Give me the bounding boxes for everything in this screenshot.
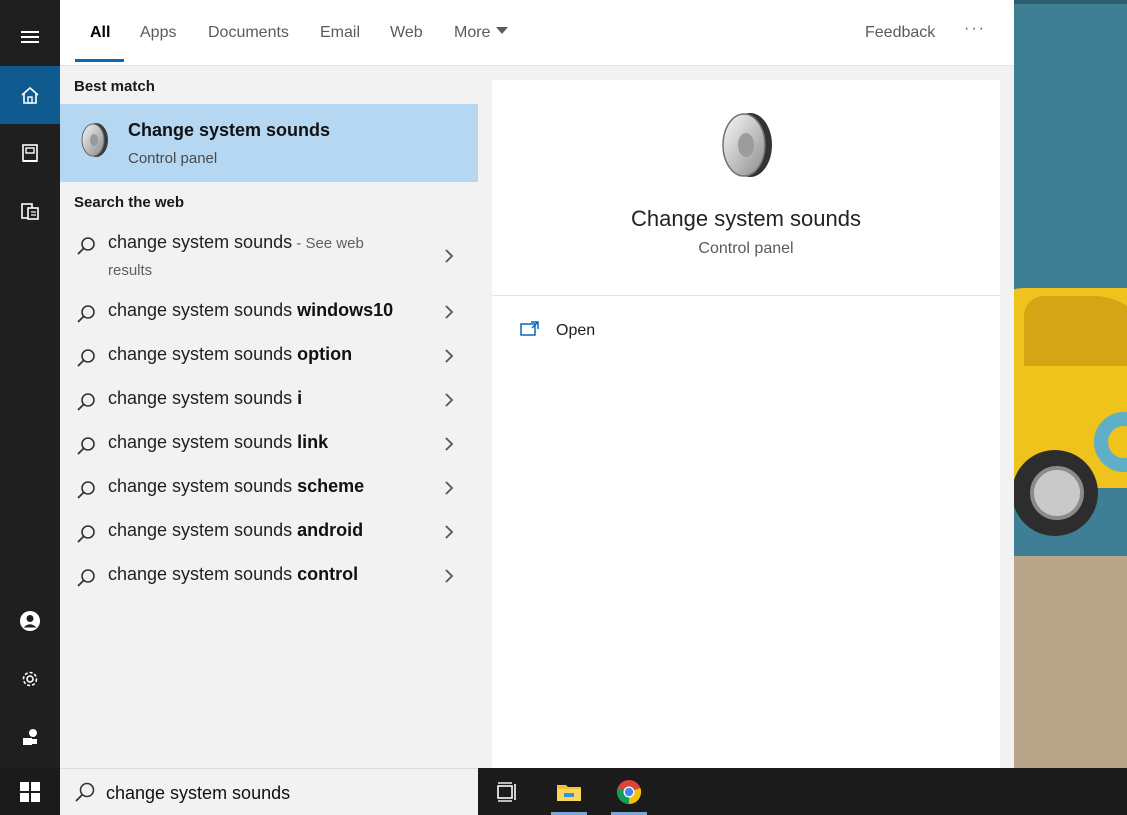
active-tab-indicator xyxy=(75,59,124,62)
web-result-text: change system sounds control xyxy=(108,564,359,584)
search-icon xyxy=(77,349,95,367)
web-result-text-cont: results xyxy=(108,262,153,279)
web-result-item[interactable]: change system sounds android xyxy=(60,518,478,558)
best-match-subtitle: Control panel xyxy=(128,150,218,167)
task-view-icon xyxy=(497,781,516,802)
search-panel: All Apps Documents Email Web More Feedba… xyxy=(60,0,1014,768)
open-action[interactable]: Open xyxy=(520,318,720,348)
tab-apps[interactable]: Apps xyxy=(140,24,176,66)
speaker-icon xyxy=(722,113,772,177)
chevron-right-icon xyxy=(445,437,454,451)
more-options-button[interactable]: ··· xyxy=(964,20,986,62)
chevron-right-icon xyxy=(445,525,454,539)
start-button[interactable] xyxy=(0,768,60,815)
tab-email[interactable]: Email xyxy=(320,24,360,66)
search-web-heading: Search the web xyxy=(74,194,185,211)
hamburger-icon xyxy=(21,31,39,43)
search-icon xyxy=(77,305,95,323)
web-result-text: change system sounds - See web xyxy=(108,232,364,252)
feedback-hub-button[interactable] xyxy=(0,708,60,766)
web-result-text: change system sounds windows10 xyxy=(108,300,394,320)
notebook-icon xyxy=(22,144,38,162)
open-label: Open xyxy=(556,322,596,339)
web-result-item[interactable]: change system sounds scheme xyxy=(60,474,478,514)
desktop-wallpaper xyxy=(1014,0,1127,768)
chevron-right-icon xyxy=(445,393,454,407)
file-explorer-icon xyxy=(557,784,581,801)
documents-icon xyxy=(21,203,39,220)
task-view-button[interactable] xyxy=(484,768,532,815)
chrome-icon xyxy=(616,779,642,804)
notebook-button[interactable] xyxy=(0,124,60,182)
chevron-right-icon xyxy=(445,305,454,319)
start-rail xyxy=(0,0,60,768)
web-result-text: change system sounds link xyxy=(108,432,329,452)
chevron-right-icon xyxy=(445,569,454,583)
tab-web[interactable]: Web xyxy=(390,24,423,66)
search-icon xyxy=(77,393,95,411)
search-icon xyxy=(77,237,95,255)
search-icon xyxy=(77,525,95,543)
web-result-text: change system sounds i xyxy=(108,388,303,408)
web-result-item[interactable]: change system sounds - See web results xyxy=(60,230,478,286)
preview-pane: Change system sounds Control panel Open xyxy=(492,80,1000,768)
caret-down-icon xyxy=(496,27,509,35)
home-icon xyxy=(21,86,39,104)
web-result-text: change system sounds scheme xyxy=(108,476,365,496)
chevron-right-icon xyxy=(445,249,454,263)
taskbar xyxy=(0,768,1127,815)
account-button[interactable] xyxy=(0,592,60,650)
user-icon xyxy=(20,611,40,631)
windows-icon xyxy=(20,781,40,802)
file-explorer-button[interactable] xyxy=(545,768,593,815)
chrome-button[interactable] xyxy=(605,768,653,815)
best-match-heading: Best match xyxy=(74,78,155,95)
search-icon xyxy=(77,437,95,455)
search-icon xyxy=(75,782,95,802)
web-result-item[interactable]: change system sounds i xyxy=(60,386,478,426)
web-result-item[interactable]: change system sounds option xyxy=(60,342,478,382)
home-button[interactable] xyxy=(0,66,60,124)
tab-documents[interactable]: Documents xyxy=(208,24,289,66)
preview-title: Change system sounds xyxy=(631,206,861,231)
gear-icon xyxy=(22,671,38,687)
web-result-item[interactable]: change system sounds windows10 xyxy=(60,298,478,338)
preview-subtitle: Control panel xyxy=(698,240,794,257)
chevron-right-icon xyxy=(445,349,454,363)
chevron-right-icon xyxy=(445,481,454,495)
best-match-item[interactable]: Change system sounds Control panel xyxy=(60,104,478,182)
feedback-icon xyxy=(23,729,37,745)
open-window-icon xyxy=(520,321,539,336)
speaker-icon xyxy=(81,123,108,157)
preview-header: Change system sounds Control panel xyxy=(492,80,1000,296)
web-result-text: change system sounds android xyxy=(108,520,364,540)
tab-more-label: More xyxy=(454,24,491,41)
feedback-link[interactable]: Feedback xyxy=(865,24,935,66)
results-list: Best match Change system sounds Control … xyxy=(60,66,478,768)
web-result-item[interactable]: change system sounds link xyxy=(60,430,478,470)
web-result-item[interactable]: change system sounds control xyxy=(60,562,478,602)
taskbar-search xyxy=(60,768,478,815)
search-icon xyxy=(77,569,95,587)
hamburger-menu-button[interactable] xyxy=(0,8,60,66)
search-icon xyxy=(77,481,95,499)
best-match-title: Change system sounds xyxy=(128,120,331,140)
settings-button[interactable] xyxy=(0,650,60,708)
web-result-text: change system sounds option xyxy=(108,344,353,364)
tab-more[interactable]: More xyxy=(454,24,509,66)
search-input[interactable] xyxy=(106,777,466,809)
documents-button[interactable] xyxy=(0,182,60,240)
search-tabs: All Apps Documents Email Web More Feedba… xyxy=(60,0,1014,66)
